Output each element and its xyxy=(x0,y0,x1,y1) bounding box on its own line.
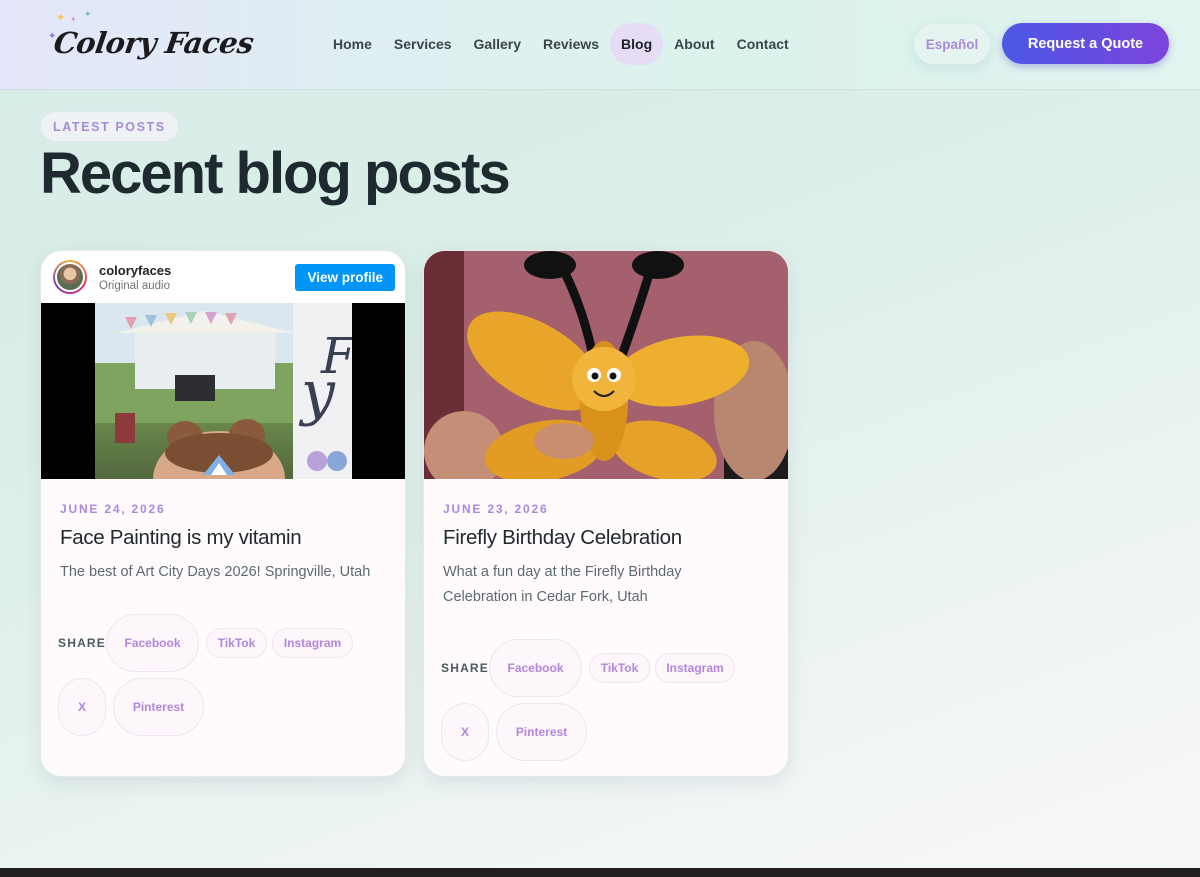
share-x-button[interactable]: X xyxy=(441,703,489,761)
post-excerpt: The best of Art City Days 2026! Springvi… xyxy=(60,564,371,580)
share-pinterest-button[interactable]: Pinterest xyxy=(113,678,204,736)
post-title[interactable]: Face Painting is my vitamin xyxy=(60,526,390,550)
share-instagram-button[interactable]: Instagram xyxy=(655,653,735,683)
video-thumbnail: y F xyxy=(95,303,352,479)
butterfly-balloon-image xyxy=(424,251,788,479)
post-cover-image[interactable] xyxy=(424,251,788,479)
share-label: SHARE xyxy=(441,661,490,675)
section-eyebrow-badge: LATEST POSTS xyxy=(40,111,179,142)
view-profile-button[interactable]: View profile xyxy=(295,264,395,291)
nav-home[interactable]: Home xyxy=(322,23,383,65)
share-tiktok-button[interactable]: TikTok xyxy=(589,653,650,683)
share-facebook-button[interactable]: Facebook xyxy=(106,614,199,672)
language-toggle-button[interactable]: Español xyxy=(913,23,991,65)
post-date: JUNE 23, 2026 xyxy=(443,502,549,516)
share-tiktok-button[interactable]: TikTok xyxy=(206,628,267,658)
nav-about[interactable]: About xyxy=(663,23,725,65)
nav-services[interactable]: Services xyxy=(383,23,463,65)
share-pinterest-button[interactable]: Pinterest xyxy=(496,703,587,761)
share-x-button[interactable]: X xyxy=(58,678,106,736)
request-quote-button[interactable]: Request a Quote xyxy=(1002,23,1169,64)
blog-post-card[interactable]: coloryfaces Original audio View profile … xyxy=(40,250,406,777)
brand-logo[interactable]: ✦ ✦ ✦ ✦ Colory Faces xyxy=(44,10,256,76)
embed-audio-label: Original audio xyxy=(99,280,170,292)
sparkle-icon: ✦ xyxy=(84,10,92,20)
svg-text:F: F xyxy=(320,327,352,385)
sparkle-icon: ✦ xyxy=(70,15,77,24)
festival-scene-image: y F xyxy=(95,303,352,479)
post-excerpt: What a fun day at the Firefly Birthday C… xyxy=(443,564,682,605)
nav-blog[interactable]: Blog xyxy=(610,23,664,65)
window-bottom-edge xyxy=(0,868,1200,877)
post-title[interactable]: Firefly Birthday Celebration xyxy=(443,526,773,550)
main-nav: Home Services Gallery Reviews Blog About… xyxy=(322,22,800,66)
embed-username[interactable]: coloryfaces xyxy=(99,263,171,278)
post-date: JUNE 24, 2026 xyxy=(60,502,166,516)
instagram-embed-header: coloryfaces Original audio View profile xyxy=(41,251,405,303)
page-title: Recent blog posts xyxy=(40,141,511,206)
blog-post-card[interactable]: JUNE 23, 2026 Firefly Birthday Celebrati… xyxy=(423,250,789,777)
nav-reviews[interactable]: Reviews xyxy=(532,23,610,65)
share-label: SHARE xyxy=(58,636,107,650)
instagram-video[interactable]: y F xyxy=(41,303,405,479)
logo-wordmark: Colory Faces xyxy=(51,26,256,60)
site-header: ✦ ✦ ✦ ✦ Colory Faces Home Services Galle… xyxy=(0,0,1200,90)
share-instagram-button[interactable]: Instagram xyxy=(272,628,353,658)
nav-contact[interactable]: Contact xyxy=(726,23,800,65)
sparkle-icon: ✦ xyxy=(56,11,66,24)
share-facebook-button[interactable]: Facebook xyxy=(489,639,582,697)
nav-gallery[interactable]: Gallery xyxy=(463,23,532,65)
avatar[interactable] xyxy=(53,260,87,294)
